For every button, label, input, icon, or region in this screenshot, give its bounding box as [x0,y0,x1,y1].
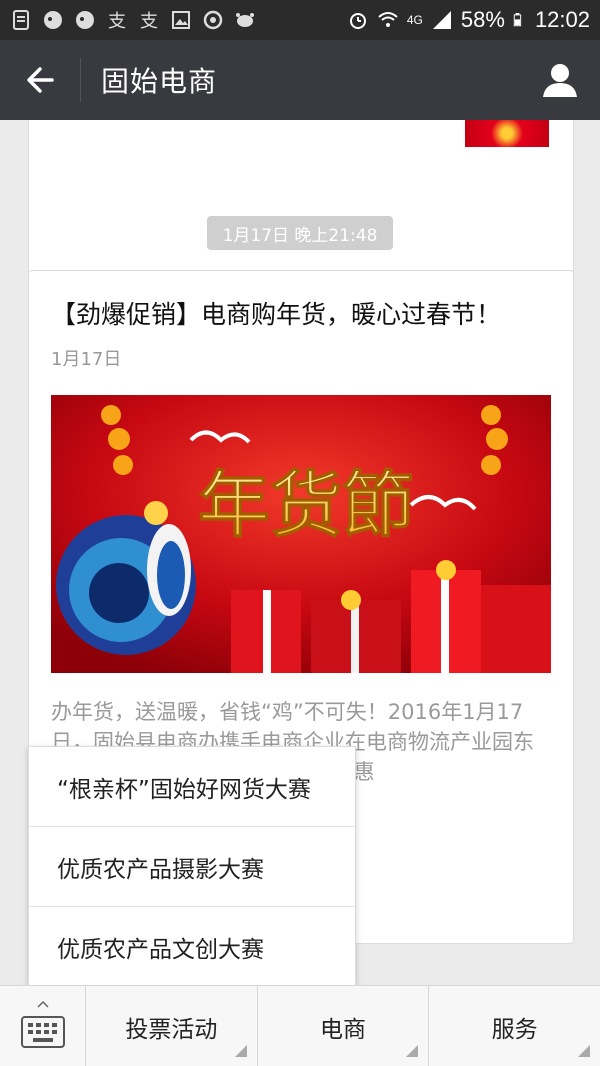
article-title: 【劲爆促销】电商购年货，暖心过春节！ [51,300,502,329]
chevron-up-icon [37,1000,49,1008]
keyboard-toggle-button[interactable] [0,986,86,1066]
wifi-icon [378,12,398,27]
banner-title: 年货節 [198,462,414,547]
app-icon [76,11,94,29]
sync-icon [203,10,223,30]
timestamp-chip: 1月17日 晚上21:48 [207,216,393,250]
svg-text:支: 支 [108,11,126,31]
menu-button-label: 电商 [320,1016,366,1043]
alipay-icon: 支 [108,11,126,31]
person-icon [543,64,577,97]
signal-icon [432,11,451,29]
battery-icon [513,13,522,27]
alipay-icon: 支 [140,11,158,31]
profile-button[interactable] [520,40,600,120]
bottom-menu-bar: 投票活动 电商 服务 [0,985,600,1066]
submenu-item[interactable]: 优质农产品文创大赛 [29,907,355,987]
submenu-indicator-icon [234,1045,247,1057]
file-icon [13,10,29,30]
alarm-icon [349,13,366,29]
keyboard-icon [20,1015,65,1048]
app-bar: 固始电商 [0,40,600,120]
arrow-left-icon [27,67,54,93]
previous-article-thumbnail [465,120,549,147]
back-button[interactable] [0,40,80,120]
menu-button-voting[interactable]: 投票活动 [86,986,258,1066]
submenu-item[interactable]: 优质农产品摄影大赛 [29,827,355,907]
submenu-indicator-icon [406,1045,419,1057]
menu-button-label: 投票活动 [125,1016,218,1043]
battery-percent: 58% [460,7,505,32]
svg-text:支: 支 [140,11,158,31]
submenu-item[interactable]: “根亲杯”固始好网货大赛 [29,747,355,827]
image-icon [172,11,190,29]
cow-icon [236,13,254,27]
submenu-popup: “根亲杯”固始好网货大赛 优质农产品摄影大赛 优质农产品文创大赛 [28,746,356,986]
article-date: 1月17日 [51,349,122,370]
network-type: 4G [406,13,423,27]
article-banner-image: 年货節 [51,395,551,673]
header-divider [80,58,81,102]
page-title: 固始电商 [101,65,218,98]
notification-icons: 支 支 [10,9,256,31]
previous-article-card[interactable] [28,120,574,290]
submenu-indicator-icon [578,1045,591,1057]
status-bar: 支 支 4G 58% 12:02 [0,0,600,40]
menu-button-services[interactable]: 服务 [429,986,600,1066]
clock: 12:02 [534,7,590,32]
system-status: 4G 58% 12:02 [347,7,590,33]
menu-button-ecommerce[interactable]: 电商 [258,986,430,1066]
menu-button-label: 服务 [491,1016,538,1043]
app-icon [44,11,62,29]
